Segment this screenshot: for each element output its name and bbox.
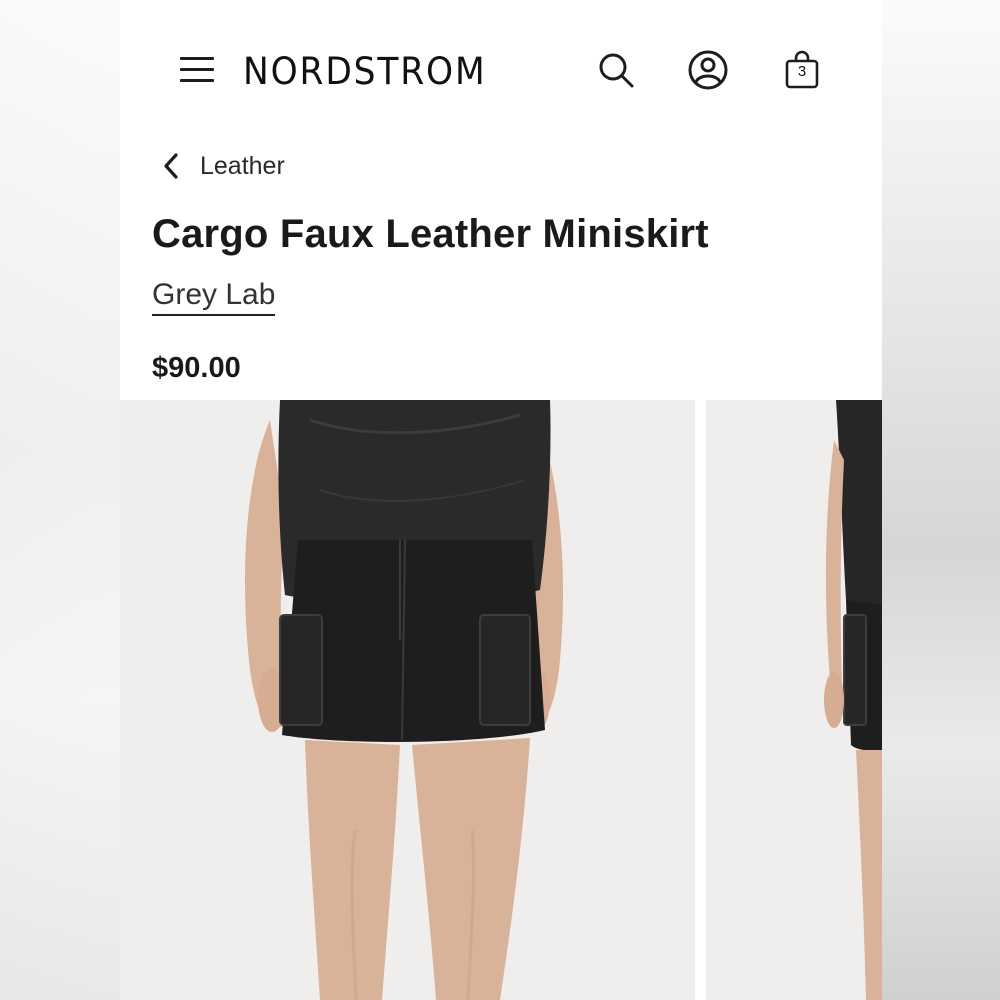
background-blur-right <box>882 0 1000 1000</box>
bag-count-badge: 3 <box>797 63 807 80</box>
product-price: $90.00 <box>152 352 241 384</box>
breadcrumb-back[interactable]: Leather <box>162 148 285 184</box>
chevron-left-icon <box>164 153 178 179</box>
product-image-main[interactable] <box>120 400 695 1000</box>
breadcrumb-label: Leather <box>200 151 285 180</box>
background-blur-left <box>0 0 120 1000</box>
search-icon[interactable] <box>596 50 636 90</box>
brand-link[interactable]: Grey Lab <box>152 278 276 316</box>
product-title: Cargo Faux Leather Miniskirt <box>152 212 709 256</box>
menu-icon[interactable] <box>180 55 214 85</box>
product-image-next[interactable] <box>706 400 882 1000</box>
shopping-bag-icon[interactable]: 3 <box>782 50 822 90</box>
header: NORDSTROM 3 <box>120 0 882 130</box>
phone-screen: NORDSTROM 3 Leather Cargo Faux Leather M… <box>120 0 882 1000</box>
nordstrom-logo[interactable]: NORDSTROM <box>243 50 487 93</box>
account-icon[interactable] <box>688 50 728 90</box>
